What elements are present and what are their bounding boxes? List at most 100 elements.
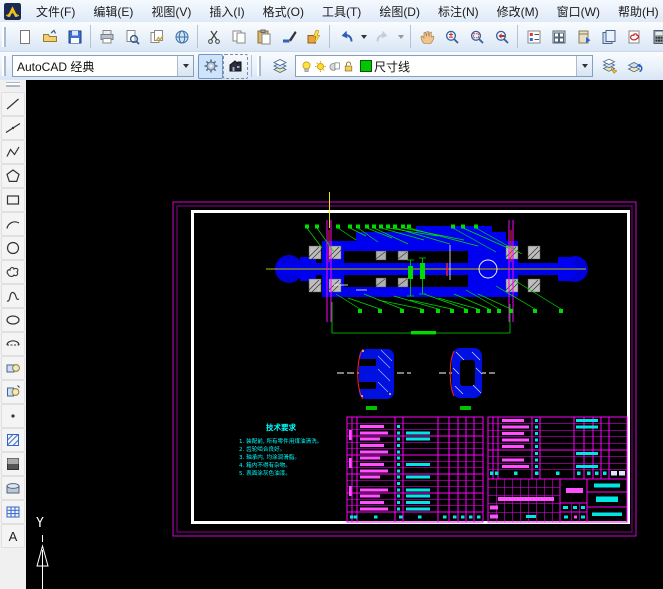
redo-button[interactable]	[370, 24, 395, 49]
plot-preview-button[interactable]	[119, 24, 144, 49]
point-tool-button[interactable]	[1, 404, 25, 428]
undo-button[interactable]	[333, 24, 358, 49]
section-label-left	[366, 406, 377, 410]
quickcalc-button[interactable]	[646, 24, 663, 49]
model-space-canvas[interactable]: 技术要求 1. 装配前, 所有零件用煤油清洗。 2. 齿轮啮合良好。 3. 轴承…	[26, 80, 663, 589]
spline-tool-button[interactable]	[1, 284, 25, 308]
ellipse-tool-button[interactable]	[1, 308, 25, 332]
zoom-realtime-icon	[444, 29, 460, 45]
circle-tool-button[interactable]	[1, 236, 25, 260]
polyline-tool-button[interactable]	[1, 140, 25, 164]
menu-bar: 文件(F)编辑(E)视图(V)插入(I)格式(O)工具(T)绘图(D)标注(N)…	[0, 0, 663, 23]
arc-icon	[5, 216, 21, 232]
toolbar-grip[interactable]	[257, 56, 264, 76]
point-icon	[5, 408, 21, 424]
toolbar-separator	[517, 25, 518, 48]
sheet-set-manager-button[interactable]	[596, 24, 621, 49]
line-tool-button[interactable]	[1, 92, 25, 116]
make-block-tool-button[interactable]	[1, 380, 25, 404]
sheet-set-manager-icon	[601, 29, 617, 45]
menu-dimension[interactable]: 标注(N)	[429, 0, 488, 23]
menu-help[interactable]: 帮助(H)	[609, 0, 663, 23]
zoom-previous-icon	[494, 29, 510, 45]
redo-icon	[375, 29, 391, 45]
toolbar-grip[interactable]	[6, 83, 20, 90]
copy-button[interactable]	[226, 24, 251, 49]
hatch-tool-button[interactable]	[1, 428, 25, 452]
menu-window[interactable]: 窗口(W)	[548, 0, 609, 23]
menu-edit[interactable]: 编辑(E)	[84, 0, 142, 23]
undo-dropdown-button[interactable]	[358, 25, 370, 48]
designcenter-button[interactable]	[546, 24, 571, 49]
save-icon	[67, 29, 83, 45]
menu-insert[interactable]: 插入(I)	[200, 0, 253, 23]
layer-states-manager-button[interactable]	[597, 54, 622, 79]
tool-palettes-button[interactable]	[571, 24, 596, 49]
revision-cloud-tool-button[interactable]	[1, 260, 25, 284]
toolbar-grip[interactable]	[2, 27, 9, 47]
table-tool-button[interactable]	[1, 500, 25, 524]
new-button[interactable]	[12, 24, 37, 49]
technical-requirements: 技术要求 1. 装配前, 所有零件用煤油清洗。 2. 齿轮啮合良好。 3. 轴承…	[239, 422, 322, 477]
insert-block-tool-button[interactable]	[1, 356, 25, 380]
menu-draw[interactable]: 绘图(D)	[370, 0, 429, 23]
paste-button[interactable]	[251, 24, 276, 49]
menu-file[interactable]: 文件(F)	[27, 0, 84, 23]
plot-preview-icon	[124, 29, 140, 45]
ellipse-arc-tool-button[interactable]	[1, 332, 25, 356]
publish-web-button[interactable]	[169, 24, 194, 49]
workspace-dropdown-button[interactable]	[177, 56, 193, 76]
lock-open-icon	[342, 60, 355, 73]
match-properties-button[interactable]	[276, 24, 301, 49]
line-icon	[5, 96, 21, 112]
section-view-left	[337, 349, 411, 410]
markup-set-manager-button[interactable]	[621, 24, 646, 49]
layer-states-manager-icon	[602, 58, 618, 74]
arc-tool-button[interactable]	[1, 212, 25, 236]
publish-button[interactable]	[144, 24, 169, 49]
layer-combobox[interactable]: 尺寸线	[295, 55, 593, 77]
layer-previous-icon	[627, 58, 643, 74]
menu-format[interactable]: 格式(O)	[254, 0, 313, 23]
open-icon	[42, 29, 58, 45]
layer-dropdown-button[interactable]	[576, 56, 592, 76]
copy-icon	[231, 29, 247, 45]
svg-text:2. 齿轮啮合良好。: 2. 齿轮啮合良好。	[239, 445, 285, 453]
redo-dropdown-button[interactable]	[395, 25, 407, 48]
zoom-window-button[interactable]	[464, 24, 489, 49]
properties-icon	[526, 29, 542, 45]
toolbar-grip[interactable]	[2, 56, 9, 76]
rectangle-tool-button[interactable]	[1, 188, 25, 212]
workspace-combobox[interactable]: AutoCAD 经典	[12, 55, 194, 77]
zoom-previous-button[interactable]	[489, 24, 514, 49]
my-workspace-button[interactable]	[223, 54, 248, 79]
multiline-text-tool-button[interactable]: A	[1, 524, 25, 548]
construction-line-tool-button[interactable]	[1, 116, 25, 140]
open-button[interactable]	[37, 24, 62, 49]
svg-text:3. 轴承内, 均涂润滑脂。: 3. 轴承内, 均涂润滑脂。	[239, 453, 300, 461]
layer-properties-manager-icon	[272, 58, 288, 74]
region-tool-button[interactable]	[1, 476, 25, 500]
quickcalc-icon	[651, 29, 663, 45]
menu-modify[interactable]: 修改(M)	[488, 0, 548, 23]
zoom-realtime-button[interactable]	[439, 24, 464, 49]
workspace-settings-button[interactable]	[198, 54, 223, 79]
polygon-tool-button[interactable]	[1, 164, 25, 188]
svg-text:Y: Y	[36, 516, 44, 531]
block-editor-button[interactable]	[301, 24, 326, 49]
menu-view[interactable]: 视图(V)	[142, 0, 200, 23]
plot-button[interactable]	[94, 24, 119, 49]
svg-text:技术要求: 技术要求	[266, 422, 296, 432]
layer-previous-button[interactable]	[622, 54, 647, 79]
pan-button[interactable]	[414, 24, 439, 49]
assembly-drawing: 技术要求 1. 装配前, 所有零件用煤油清洗。 2. 齿轮啮合良好。 3. 轴承…	[26, 80, 663, 589]
layer-properties-manager-button[interactable]	[267, 54, 292, 79]
publish-icon	[149, 29, 165, 45]
gradient-tool-button[interactable]	[1, 452, 25, 476]
match-properties-icon	[281, 29, 297, 45]
menu-tools[interactable]: 工具(T)	[313, 0, 370, 23]
save-button[interactable]	[62, 24, 87, 49]
properties-button[interactable]	[521, 24, 546, 49]
cut-button[interactable]	[201, 24, 226, 49]
chevron-down-icon	[582, 64, 588, 68]
